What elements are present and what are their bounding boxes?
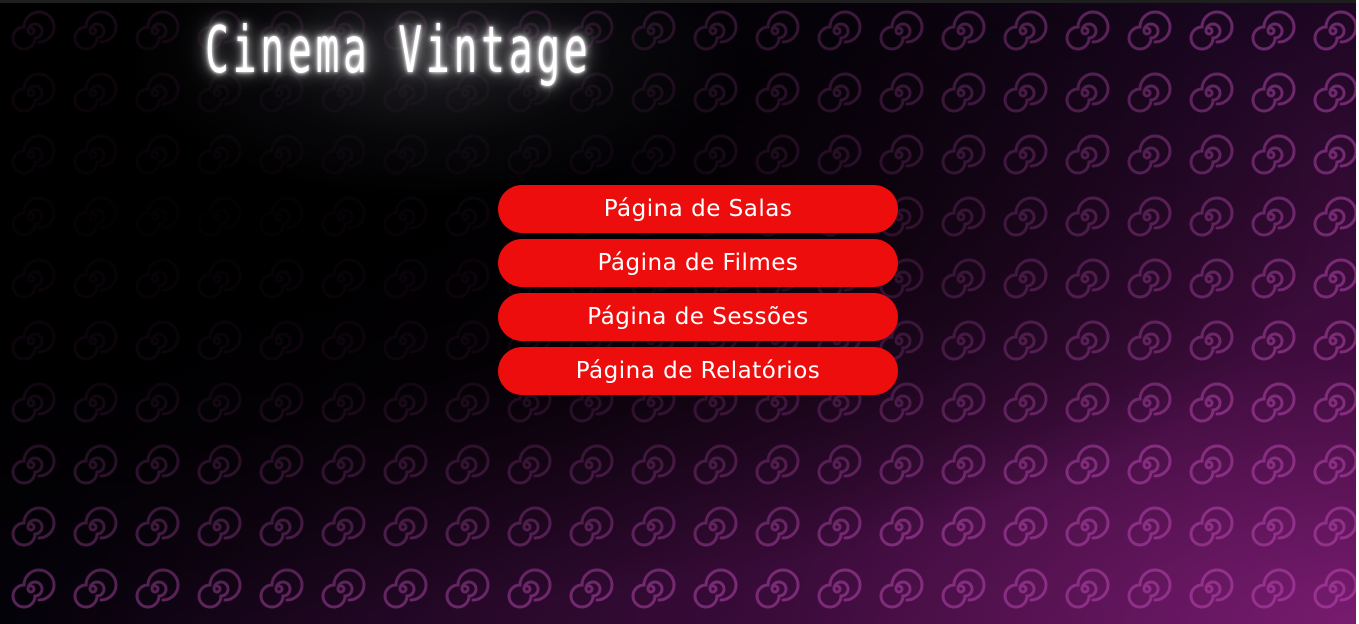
site-title: Cinema Vintage [205,14,592,88]
relatorios-page-button[interactable]: Página de Relatórios [498,347,898,395]
top-border [0,0,1359,3]
page-background: Cinema Vintage Página de Salas Página de… [0,0,1359,624]
sessoes-page-button[interactable]: Página de Sessões [498,293,898,341]
salas-page-button[interactable]: Página de Salas [498,185,898,233]
main-navigation: Página de Salas Página de Filmes Página … [498,185,898,395]
filmes-page-button[interactable]: Página de Filmes [498,239,898,287]
